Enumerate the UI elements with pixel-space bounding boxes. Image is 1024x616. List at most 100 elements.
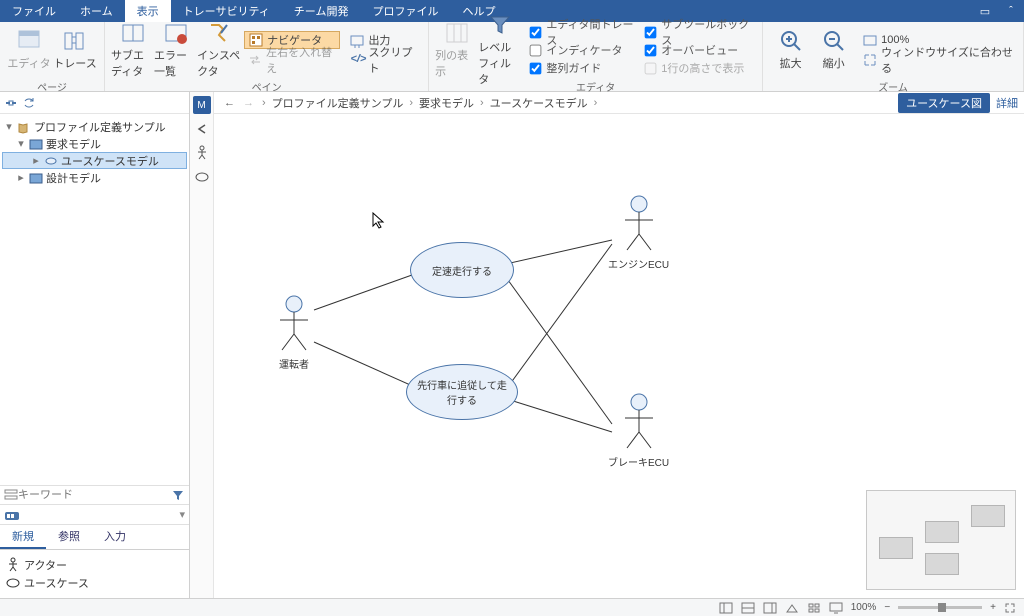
chk-indicator[interactable]: インディケータ — [525, 42, 640, 58]
chk-editor-trace[interactable]: エディタ間トレース — [525, 24, 640, 40]
tree-link-icon[interactable] — [4, 96, 18, 110]
palette-header-icon — [4, 508, 20, 522]
palette-item-actor[interactable]: アクター — [6, 556, 183, 574]
subeditor-button[interactable]: サブエディタ — [111, 24, 154, 76]
script-button[interactable]: </> スクリプト — [346, 51, 422, 69]
diagram-actor-driver[interactable]: 運転者 — [274, 294, 314, 371]
menu-home[interactable]: ホーム — [68, 0, 125, 22]
search-mode-icon[interactable] — [4, 488, 18, 502]
menubar: ファイル ホーム 表示 トレーサビリティ チーム開発 プロファイル ヘルプ ▭ … — [0, 0, 1024, 22]
menu-file[interactable]: ファイル — [0, 0, 68, 22]
crumb-2[interactable]: ユースケースモデル — [488, 95, 590, 111]
menu-team[interactable]: チーム開発 — [282, 0, 361, 22]
crumb-0[interactable]: プロファイル定義サンプル — [270, 95, 406, 111]
zoom-minus[interactable]: − — [884, 602, 890, 613]
zoom-plus[interactable]: + — [990, 602, 996, 613]
status-layout1-icon[interactable] — [719, 602, 733, 614]
diagram-actor-engine[interactable]: エンジンECU — [608, 194, 669, 271]
colshow-button: 列の表示 — [435, 24, 478, 76]
ribbon-collapse-icon[interactable]: ˆ — [998, 0, 1024, 22]
crumb-forward[interactable]: → — [239, 97, 258, 109]
palette-header: ▾ — [0, 505, 189, 525]
status-layout3-icon[interactable] — [763, 602, 777, 614]
zoomin-button[interactable]: 拡大 — [769, 24, 812, 76]
window-dropdown-icon[interactable]: ▭ — [972, 0, 998, 22]
chk-rowheight: 1行の高さで表示 — [640, 60, 756, 76]
diagram-usecase-follow[interactable]: 先行車に追従して走行する — [406, 364, 518, 420]
palette-tab-new[interactable]: 新規 — [0, 525, 46, 549]
chk-subtoolbox[interactable]: サブツールボックス — [640, 24, 756, 40]
trace-icon — [63, 29, 87, 53]
inspector-icon — [207, 21, 231, 45]
palette-tab-input[interactable]: 入力 — [92, 525, 138, 549]
ribbon: エディタ トレース ページ サブエディタ エラー一覧 インスペクタ — [0, 22, 1024, 92]
palette-item-usecase[interactable]: ユースケース — [6, 574, 183, 592]
editor-button: エディタ — [6, 24, 52, 76]
palette-tab-ref[interactable]: 参照 — [46, 525, 92, 549]
zoomin-icon — [779, 29, 803, 53]
tool-actor[interactable] — [193, 144, 211, 162]
detail-link[interactable]: 詳細 — [996, 95, 1018, 111]
crumb-back[interactable]: ← — [220, 97, 239, 109]
diagram-usecase-cruise[interactable]: 定速走行する — [410, 242, 514, 298]
diagram-canvas[interactable]: 運転者 エンジンECU ブレーキECU 定速走行する 先行車に追従して走行する — [214, 114, 1024, 598]
editor-icon — [17, 29, 41, 53]
inspector-button[interactable]: インスペクタ — [197, 24, 240, 76]
tree-sync-icon[interactable] — [22, 96, 36, 110]
fit-icon — [863, 53, 877, 67]
overview-minimap[interactable] — [866, 490, 1016, 590]
zoomout-icon — [822, 29, 846, 53]
status-monitor-icon[interactable] — [829, 602, 843, 614]
fit-window-button[interactable]: ウィンドウサイズに合わせる — [859, 51, 1017, 69]
search-filter-icon[interactable] — [171, 488, 185, 502]
menu-view[interactable]: 表示 — [125, 0, 171, 22]
status-view1-icon[interactable] — [785, 602, 799, 614]
ribbon-group-editor: 列の表示 レベルフィルタ エディタ間トレース インディケータ 整列ガイド サブツ… — [429, 22, 763, 91]
ribbon-group-page: エディタ トレース ページ — [0, 22, 105, 91]
search-input[interactable] — [18, 489, 171, 501]
editor: M ← → › プロファイル定義サンプル › 要求モデル › ユースケースモデル… — [190, 92, 1024, 598]
levelfilter-button[interactable]: レベルフィルタ — [478, 24, 521, 76]
swap-button: 左右を入れ替え — [244, 51, 340, 69]
breadcrumb-bar: ← → › プロファイル定義サンプル › 要求モデル › ユースケースモデル ›… — [214, 92, 1024, 114]
palette-close-icon[interactable]: ▾ — [179, 508, 185, 521]
usecase-diagram-icon — [44, 154, 58, 168]
actor-icon — [6, 557, 20, 573]
status-grid-icon[interactable] — [807, 602, 821, 614]
arrow-left-icon — [195, 122, 209, 136]
tree-node-usecase[interactable]: ▸ ユースケースモデル — [2, 152, 187, 169]
diagram-type-badge[interactable]: ユースケース図 — [898, 93, 990, 113]
status-layout2-icon[interactable] — [741, 602, 755, 614]
ribbon-group-zoom: 拡大 縮小 100% ウィンドウサイズに合わせる ズーム — [763, 22, 1024, 91]
tool-usecase[interactable] — [193, 168, 211, 186]
model-tree[interactable]: ▾ プロファイル定義サンプル ▾ 要求モデル ▸ ユースケースモデル ▸ 設計モ… — [0, 114, 189, 485]
usecase-icon — [6, 576, 20, 590]
menu-profile[interactable]: プロファイル — [360, 0, 450, 22]
zoomout-button[interactable]: 縮小 — [812, 24, 855, 76]
cursor-icon — [372, 212, 386, 230]
status-expand-icon[interactable] — [1004, 602, 1018, 614]
chk-alignguide[interactable]: 整列ガイド — [525, 60, 640, 76]
tree-root[interactable]: ▾ プロファイル定義サンプル — [2, 118, 187, 135]
tool-select[interactable]: M — [193, 96, 211, 114]
package-icon — [17, 120, 31, 134]
script-icon: </> — [350, 53, 364, 67]
trace-button[interactable]: トレース — [52, 24, 98, 76]
zoom100-icon — [863, 33, 877, 47]
crumb-1[interactable]: 要求モデル — [417, 95, 476, 111]
errorlist-button[interactable]: エラー一覧 — [154, 24, 197, 76]
swap-icon — [248, 53, 262, 67]
tool-back[interactable] — [193, 120, 211, 138]
menu-traceability[interactable]: トレーサビリティ — [171, 0, 282, 22]
tree-node-req[interactable]: ▾ 要求モデル — [2, 135, 187, 152]
chk-overview[interactable]: オーバービュー — [640, 42, 756, 58]
diagram-actor-brake[interactable]: ブレーキECU — [608, 392, 669, 469]
columns-icon — [445, 21, 469, 45]
main: ▾ プロファイル定義サンプル ▾ 要求モデル ▸ ユースケースモデル ▸ 設計モ… — [0, 92, 1024, 598]
palette-tabs: 新規 参照 入力 — [0, 525, 189, 550]
tree-node-design[interactable]: ▸ 設計モデル — [2, 169, 187, 186]
zoom-slider[interactable] — [898, 606, 982, 609]
editor-toolstrip: M — [190, 92, 214, 598]
tree-toolbar — [0, 92, 189, 114]
errorlist-icon — [164, 21, 188, 45]
